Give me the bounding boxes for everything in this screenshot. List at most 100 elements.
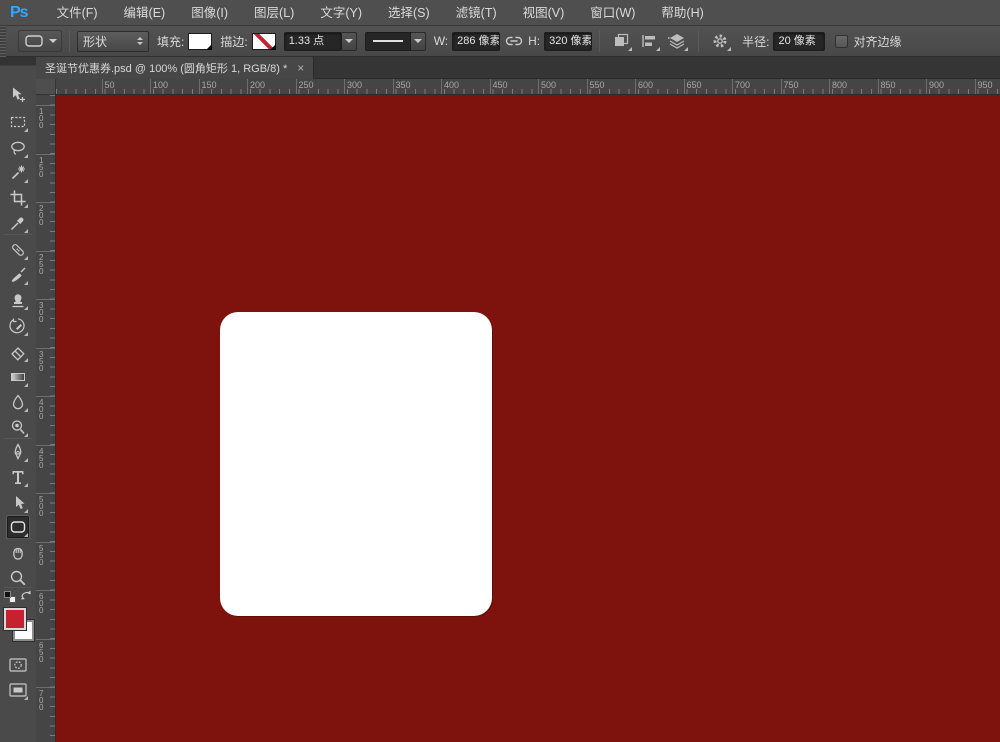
ruler-tick [344, 79, 345, 95]
pen-tool[interactable] [7, 441, 29, 463]
stroke-width-combo[interactable]: 1.33 点 [284, 32, 357, 51]
path-alignment-button[interactable] [638, 30, 660, 52]
document-tab-title: 圣诞节优惠券.psd @ 100% (圆角矩形 1, RGB/8) * [45, 60, 287, 76]
blur-tool[interactable] [7, 391, 29, 413]
menu-view[interactable]: 视图(V) [510, 0, 578, 26]
menu-file[interactable]: 文件(F) [44, 0, 111, 26]
ruler-label: 450 [493, 80, 508, 90]
ruler-tick [36, 105, 56, 106]
radius-label: 半径: [742, 33, 769, 50]
align-edges-checkbox[interactable] [835, 35, 848, 48]
horizontal-ruler: 5010015020025030035040045050055060065070… [56, 79, 1000, 95]
ruler-label: 50 [105, 80, 115, 90]
path-selection-tool[interactable] [7, 492, 29, 514]
ruler-label: 100 [39, 108, 46, 129]
hand-tool[interactable] [7, 542, 29, 564]
crop-tool[interactable] [7, 187, 29, 209]
tool-preset-icon [23, 33, 45, 49]
canvas[interactable] [56, 95, 1000, 742]
chevron-down-icon [414, 39, 422, 47]
stroke-type-dropdown-button[interactable] [411, 32, 426, 51]
swap-colors-icon[interactable] [20, 589, 33, 600]
menu-type[interactable]: 文字(Y) [307, 0, 375, 26]
menu-window[interactable]: 窗口(W) [577, 0, 648, 26]
gradient-tool[interactable] [7, 366, 29, 388]
ruler-tick [102, 79, 103, 95]
eyedropper-tool[interactable] [7, 212, 29, 234]
stroke-width-dropdown-button[interactable] [342, 32, 357, 51]
ruler-tick [781, 79, 782, 95]
link-dimensions-icon[interactable] [503, 30, 525, 52]
toolbox-header-grip[interactable] [0, 57, 36, 66]
document-tab[interactable]: 圣诞节优惠券.psd @ 100% (圆角矩形 1, RGB/8) * × [36, 57, 314, 79]
ruler-tick [36, 639, 56, 640]
ruler-tick [393, 79, 394, 95]
ruler-tick [36, 202, 56, 203]
menu-layer[interactable]: 图层(L) [241, 0, 307, 26]
ruler-tick [36, 493, 56, 494]
spinner-icon [137, 36, 143, 46]
ruler-label: 500 [541, 80, 556, 90]
menu-filter[interactable]: 滤镜(T) [443, 0, 510, 26]
screen-mode-button[interactable] [7, 679, 29, 701]
history-brush-tool[interactable] [7, 315, 29, 337]
geometry-options-button[interactable] [709, 30, 731, 52]
lasso-tool[interactable] [7, 137, 29, 159]
move-tool[interactable] [7, 84, 29, 106]
menu-edit[interactable]: 编辑(E) [111, 0, 179, 26]
chevron-down-icon [206, 44, 212, 50]
ruler-tick [490, 79, 491, 95]
default-colors-icon[interactable] [4, 591, 16, 603]
shape-height-field[interactable]: 320 像素 [544, 32, 592, 51]
quick-selection-tool[interactable] [7, 162, 29, 184]
ruler-origin-box[interactable] [36, 79, 56, 95]
ruler-label: 850 [881, 80, 896, 90]
menu-select[interactable]: 选择(S) [375, 0, 443, 26]
zoom-tool[interactable] [7, 567, 29, 589]
ruler-label: 800 [832, 80, 847, 90]
radius-field[interactable]: 20 像素 [773, 32, 825, 51]
fill-swatch[interactable] [188, 33, 212, 50]
ruler-label: 600 [638, 80, 653, 90]
toolbox [0, 57, 36, 742]
spot-healing-brush-tool[interactable] [7, 239, 29, 261]
path-arrangement-button[interactable] [666, 30, 688, 52]
ruler-label: 250 [299, 80, 314, 90]
chevron-down-icon [345, 39, 353, 47]
ruler-label: 150 [202, 80, 217, 90]
foreground-color-swatch[interactable] [4, 608, 26, 630]
ruler-label: 550 [590, 80, 605, 90]
stroke-type-dropdown[interactable] [365, 32, 426, 51]
ruler-label: 500 [39, 496, 46, 517]
rectangular-marquee-tool[interactable] [7, 111, 29, 133]
path-operations-button[interactable] [610, 30, 632, 52]
ruler-label: 700 [39, 690, 46, 711]
ruler-label: 250 [39, 254, 46, 275]
quick-mask-button[interactable] [7, 654, 29, 676]
ruler-tick [199, 79, 200, 95]
stroke-width-value[interactable]: 1.33 点 [284, 32, 342, 51]
tool-mode-select[interactable]: 形状 [77, 31, 149, 52]
vertical-ruler: 100150200250300350400450500550600650700 [36, 95, 56, 742]
ruler-tick [732, 79, 733, 95]
menu-image[interactable]: 图像(I) [178, 0, 241, 26]
tool-preset-button[interactable] [18, 30, 62, 52]
rounded-rectangle-tool[interactable] [7, 516, 29, 538]
rounded-rectangle-shape[interactable] [220, 312, 492, 616]
clone-stamp-tool[interactable] [7, 289, 29, 311]
brush-tool[interactable] [7, 264, 29, 286]
ruler-label: 350 [39, 351, 46, 372]
document-tab-bar: 圣诞节优惠券.psd @ 100% (圆角矩形 1, RGB/8) * × [36, 57, 1000, 79]
shape-width-field[interactable]: 286 像素 [452, 32, 500, 51]
ruler-tick [635, 79, 636, 95]
tab-close-icon[interactable]: × [297, 63, 304, 74]
options-bar-grip[interactable] [0, 26, 6, 57]
stroke-swatch[interactable] [252, 33, 276, 50]
menu-help[interactable]: 帮助(H) [648, 0, 716, 26]
ruler-tick [878, 79, 879, 95]
type-tool[interactable] [7, 466, 29, 488]
menu-bar: Ps 文件(F) 编辑(E) 图像(I) 图层(L) 文字(Y) 选择(S) 滤… [0, 0, 1000, 26]
ruler-label: 750 [784, 80, 799, 90]
eraser-tool[interactable] [7, 341, 29, 363]
dodge-tool[interactable] [7, 416, 29, 438]
